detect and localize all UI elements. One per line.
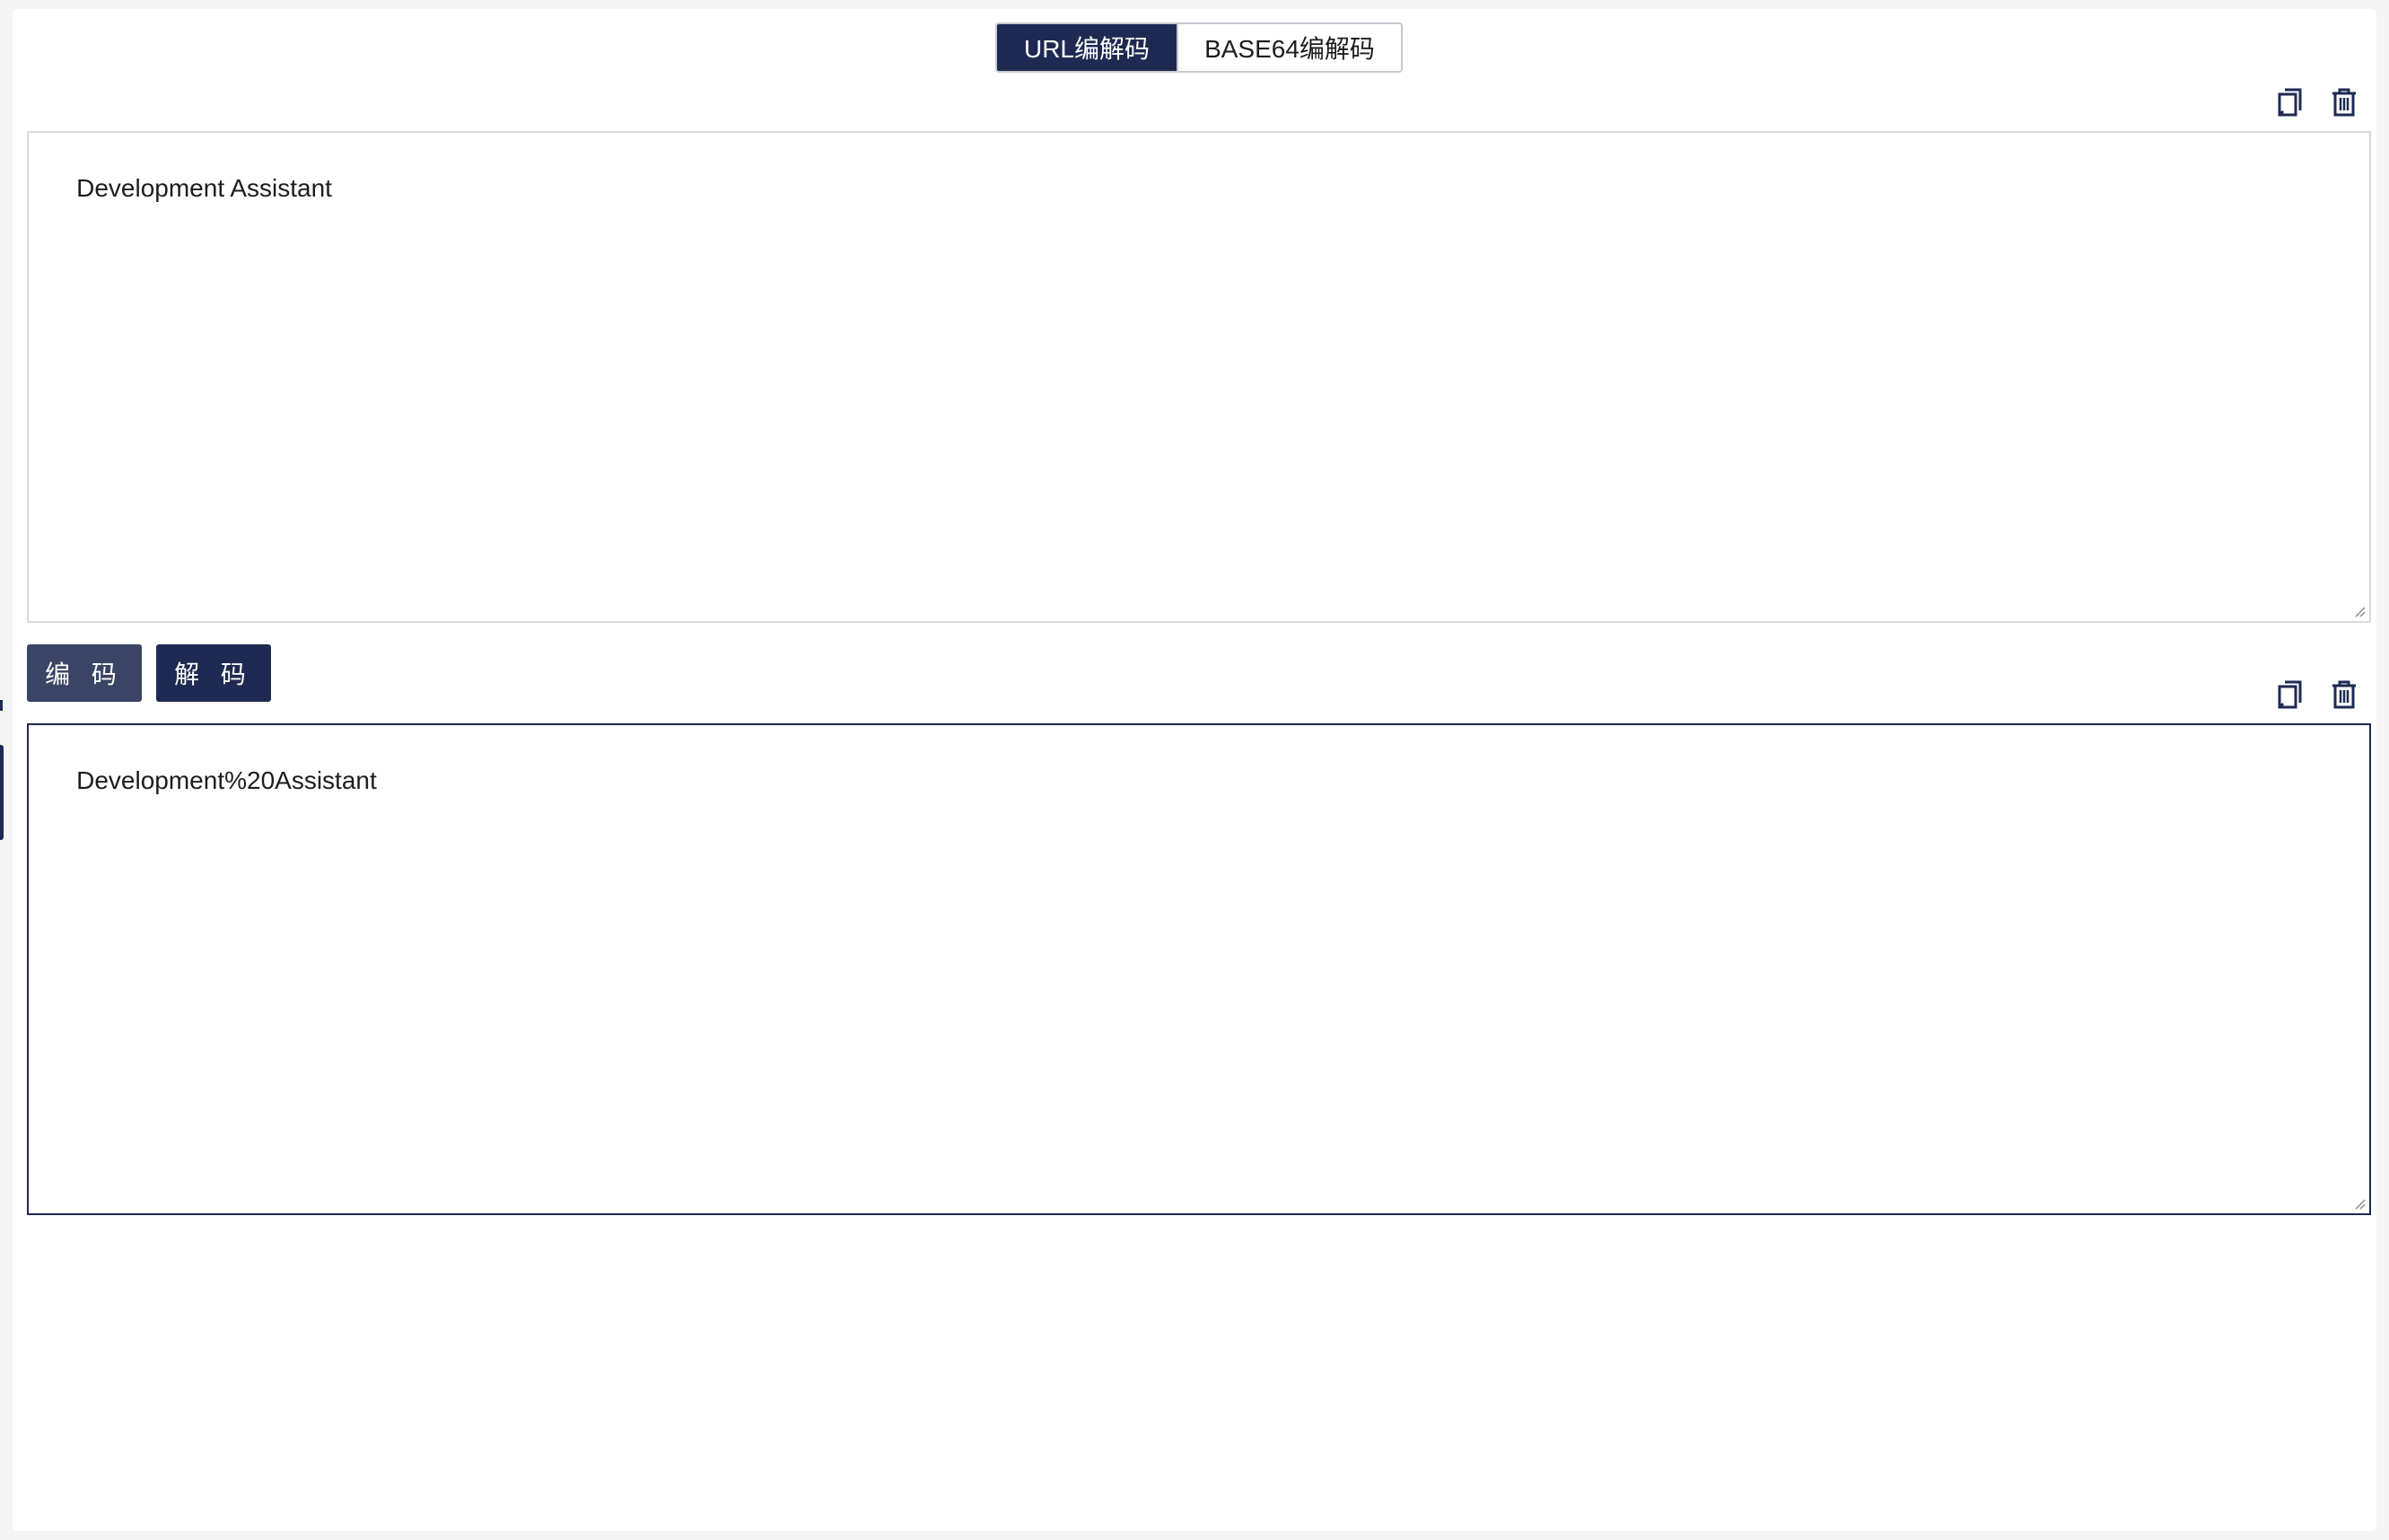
resize-grip-icon[interactable] [2351, 1195, 2366, 1210]
input-textarea[interactable]: Development Assistant [27, 131, 2371, 623]
resize-grip-icon[interactable] [2351, 603, 2366, 617]
left-edge-marker [0, 700, 3, 711]
mode-tabs: URL编解码 BASE64编解码 [995, 22, 1403, 73]
input-copy-button[interactable] [2272, 84, 2308, 120]
decode-button[interactable]: 解 码 [156, 644, 271, 702]
encode-button[interactable]: 编 码 [27, 644, 142, 702]
output-textarea[interactable]: Development%20Assistant [27, 723, 2371, 1215]
tab-base64-codec[interactable]: BASE64编解码 [1177, 24, 1401, 71]
trash-icon [2331, 679, 2358, 710]
main-panel: URL编解码 BASE64编解码 Development Assistant 编… [13, 9, 2376, 1531]
trash-icon [2331, 87, 2358, 118]
copy-icon [2277, 679, 2304, 710]
left-edge-tab[interactable] [0, 745, 4, 840]
copy-icon [2277, 87, 2304, 118]
input-text: Development Assistant [76, 174, 332, 202]
tab-url-codec[interactable]: URL编解码 [997, 24, 1177, 71]
output-text: Development%20Assistant [76, 766, 377, 794]
output-copy-button[interactable] [2272, 677, 2308, 713]
output-clear-button[interactable] [2326, 677, 2362, 713]
input-clear-button[interactable] [2326, 84, 2362, 120]
